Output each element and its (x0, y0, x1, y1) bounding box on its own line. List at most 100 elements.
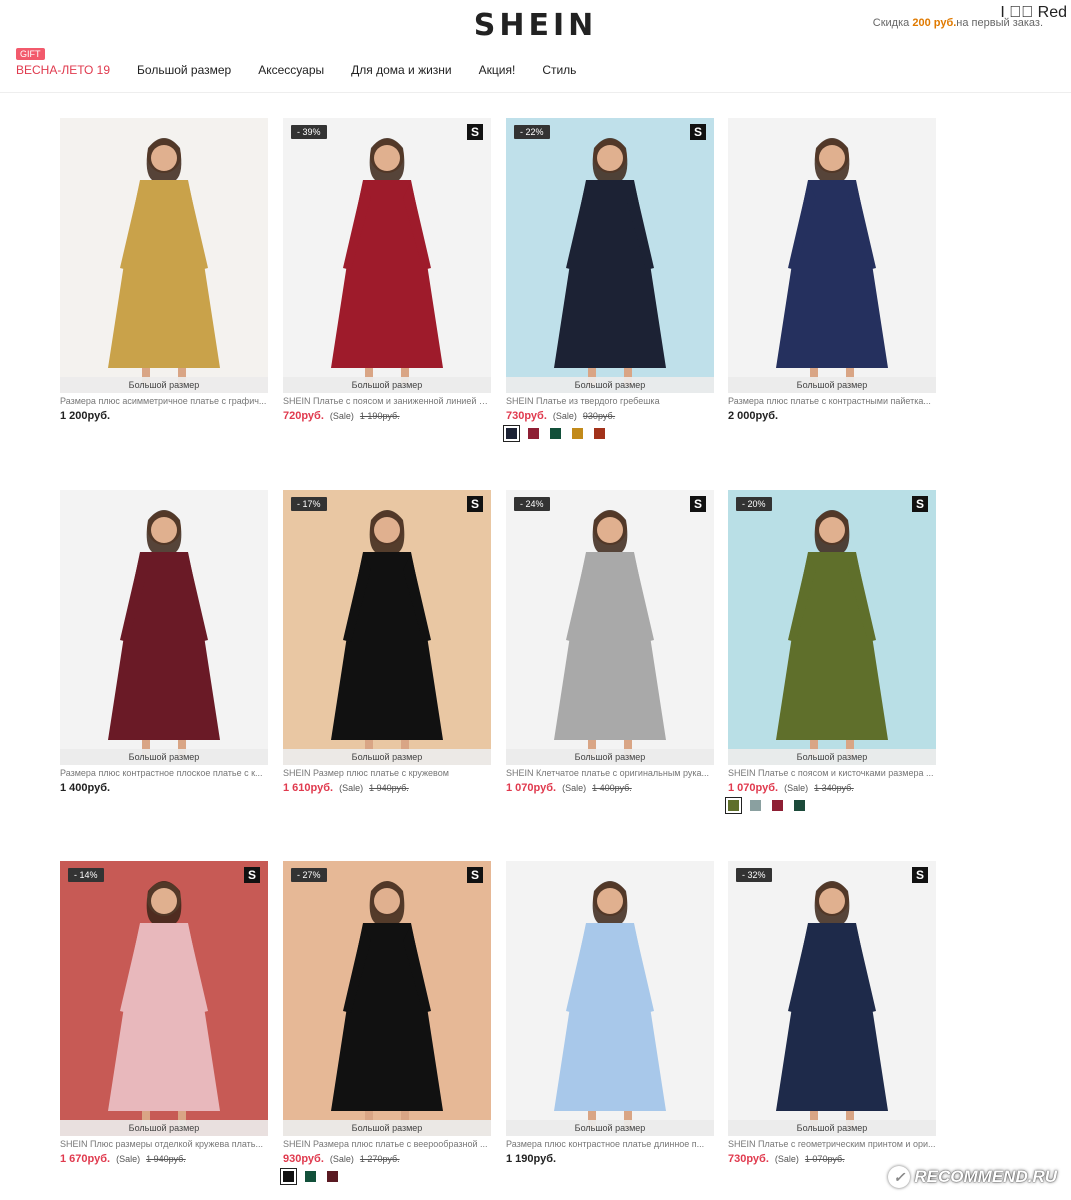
discount-badge: - 14% (68, 868, 104, 882)
size-tag: Большой размер (60, 1120, 268, 1136)
product-card[interactable]: - 27% S Большой размер SHEIN Размера плюс п… (280, 861, 491, 1191)
product-photo[interactable]: - 14% S Большой размер (60, 861, 268, 1136)
product-card[interactable]: Большой размер Размера плюс контрастное п… (506, 861, 714, 1191)
product-name[interactable]: Размера плюс асимметричное платье с граф… (60, 396, 268, 406)
product-name[interactable]: SHEIN Платье с поясом и кисточками разме… (728, 768, 936, 778)
product-name[interactable]: SHEIN Размер плюс платье с кружевом (283, 768, 491, 778)
color-swatches (503, 425, 616, 442)
recommend-logo-icon: ✓ (888, 1166, 911, 1188)
sale-label: (Sale) (116, 1154, 141, 1164)
product-card[interactable]: - 20% S Большой размер SHEIN Платье с поясо… (725, 490, 936, 820)
product-name[interactable]: Размера плюс контрастное плоское платье … (60, 768, 268, 778)
size-tag: Большой размер (283, 377, 491, 393)
main-nav: GIFT ВЕСНА-ЛЕТО 19 Большой размер Аксесс… (16, 48, 603, 90)
model-figure (331, 138, 443, 386)
model-figure (776, 138, 888, 386)
product-card[interactable]: - 22% S Большой размер SHEIN Платье из твер… (503, 118, 714, 448)
old-price: 1 340руб. (814, 783, 854, 793)
size-tag: Большой размер (728, 377, 936, 393)
product-photo[interactable]: Большой размер (60, 490, 268, 765)
price-row: 730руб. (Sale) 930руб. (506, 410, 714, 422)
color-swatch[interactable] (305, 1171, 316, 1182)
product-price: 2 000руб. (728, 410, 779, 422)
sale-label: (Sale) (774, 1154, 799, 1164)
color-swatch[interactable] (794, 800, 805, 811)
size-tag: Большой размер (728, 1120, 936, 1136)
old-price: 1 190руб. (359, 411, 400, 421)
product-photo[interactable]: - 27% S Большой размер (283, 861, 491, 1136)
product-card[interactable]: - 39% S Большой размер SHEIN Платье с поясо… (283, 118, 491, 448)
product-price: 1 070руб. (506, 782, 557, 794)
sale-label: (Sale) (339, 783, 364, 793)
size-tag: Большой размер (506, 1120, 714, 1136)
product-price: 730руб. (506, 410, 547, 422)
color-swatch[interactable] (528, 428, 539, 439)
color-swatch[interactable] (572, 428, 583, 439)
old-price: 1 270руб. (359, 1154, 400, 1164)
color-swatch[interactable] (327, 1171, 338, 1182)
product-name[interactable]: SHEIN Плюс размеры отделкой кружева плат… (60, 1139, 268, 1149)
product-card[interactable]: - 24% S Большой размер SHEIN Клетчатое плат… (506, 490, 714, 820)
size-tag: Большой размер (60, 377, 268, 393)
product-card[interactable]: - 14% S Большой размер SHEIN Плюс размеры о… (60, 861, 268, 1191)
product-price: 720руб. (283, 410, 324, 422)
nav-item-plus-size[interactable]: Большой размер (137, 50, 231, 77)
model-figure (554, 881, 666, 1129)
product-photo[interactable]: - 22% S Большой размер (506, 118, 714, 393)
shein-s-icon: S (690, 496, 706, 512)
shein-s-icon: S (912, 496, 928, 512)
product-name[interactable]: Размера плюс контрастное платье длинное … (506, 1139, 714, 1149)
shein-s-icon: S (467, 867, 483, 883)
model-figure (108, 881, 220, 1129)
color-swatch[interactable] (725, 797, 742, 814)
promo-banner[interactable]: Скидка 200 руб.на первый заказ. (873, 17, 1043, 29)
color-swatch[interactable] (772, 800, 783, 811)
color-swatch[interactable] (550, 428, 561, 439)
price-row: 1 070руб. (Sale) 1 340руб. (728, 782, 936, 794)
model-figure (331, 510, 443, 758)
nav-item-accessories[interactable]: Аксессуары (258, 50, 324, 77)
model-figure (108, 138, 220, 386)
price-row: 1 200руб. (60, 410, 268, 422)
sale-label: (Sale) (784, 783, 809, 793)
product-photo[interactable]: Большой размер (506, 861, 714, 1136)
price-row: 730руб. (Sale) 1 070руб. (728, 1153, 936, 1165)
product-photo[interactable]: - 17% S Большой размер (283, 490, 491, 765)
product-photo[interactable]: - 20% S Большой размер (728, 490, 936, 765)
old-price: 930руб. (582, 411, 616, 421)
product-name[interactable]: SHEIN Размера плюс платье с веерообразно… (283, 1139, 491, 1149)
nav-item-style[interactable]: Стиль (542, 50, 576, 77)
color-swatch[interactable] (594, 428, 605, 439)
nav-item-spring-summer[interactable]: GIFT ВЕСНА-ЛЕТО 19 (16, 48, 110, 77)
discount-badge: - 22% (514, 125, 550, 139)
nav-item-promo[interactable]: Акция! (479, 50, 516, 77)
product-name[interactable]: SHEIN Платье с поясом и заниженной линие… (283, 396, 491, 406)
product-photo[interactable]: Большой размер (728, 118, 936, 393)
product-price: 1 670руб. (60, 1153, 111, 1165)
product-card[interactable]: Большой размер Размера плюс контрастное п… (60, 490, 268, 820)
product-card[interactable]: - 17% S Большой размер SHEIN Размер плюс пл… (283, 490, 491, 820)
shein-s-icon: S (244, 867, 260, 883)
sale-label: (Sale) (329, 1154, 354, 1164)
product-price: 1 400руб. (60, 782, 111, 794)
price-row: 1 070руб. (Sale) 1 400руб. (506, 782, 714, 794)
product-card[interactable]: Большой размер Размера плюс платье с конт… (728, 118, 936, 448)
watermark-text: RECOMMEND.RU (914, 1167, 1057, 1186)
product-photo[interactable]: - 39% S Большой размер (283, 118, 491, 393)
color-swatch[interactable] (503, 425, 520, 442)
product-photo[interactable]: - 32% S Большой размер (728, 861, 936, 1136)
color-swatch[interactable] (750, 800, 761, 811)
product-card[interactable]: - 32% S Большой размер SHEIN Платье с геоме… (728, 861, 936, 1191)
color-swatch[interactable] (280, 1168, 297, 1185)
product-photo[interactable]: - 24% S Большой размер (506, 490, 714, 765)
size-tag: Большой размер (60, 749, 268, 765)
nav-item-home-living[interactable]: Для дома и жизни (351, 50, 452, 77)
product-name[interactable]: SHEIN Платье из твердого гребешка (506, 396, 714, 406)
product-name[interactable]: SHEIN Платье с геометрическим принтом и … (728, 1139, 936, 1149)
promo-suffix: на первый заказ. (956, 17, 1043, 29)
product-name[interactable]: SHEIN Клетчатое платье с оригинальным ру… (506, 768, 714, 778)
product-name[interactable]: Размера плюс платье с контрастными пайет… (728, 396, 936, 406)
product-photo[interactable]: Большой размер (60, 118, 268, 393)
product-card[interactable]: Большой размер Размера плюс асимметричное… (60, 118, 268, 448)
discount-badge: - 27% (291, 868, 327, 882)
